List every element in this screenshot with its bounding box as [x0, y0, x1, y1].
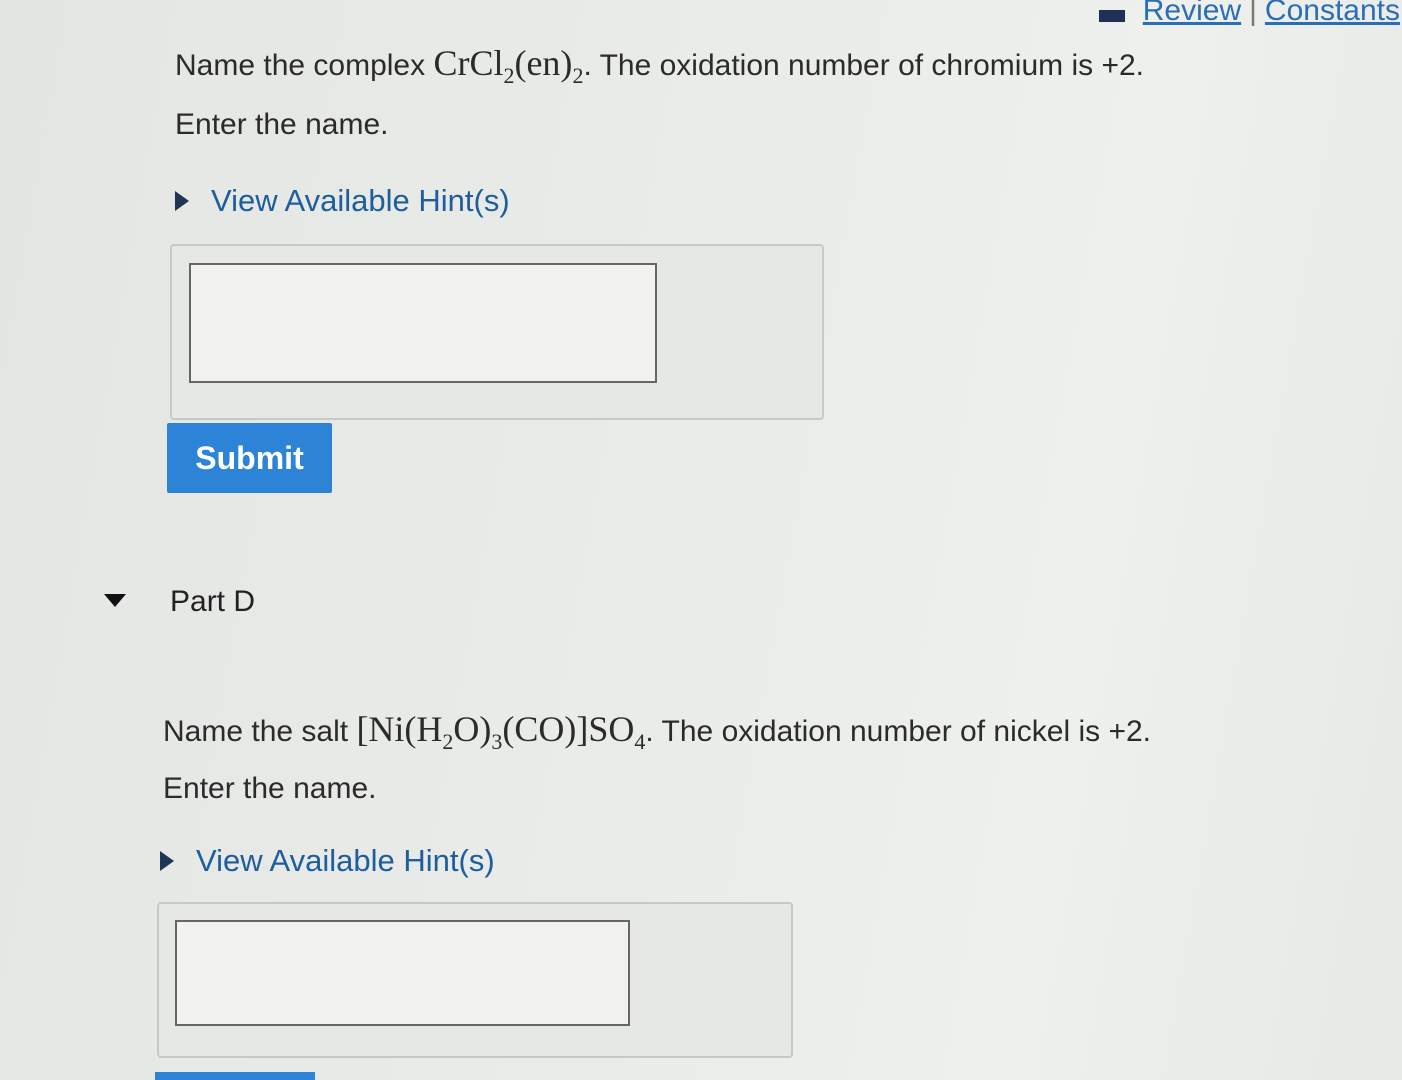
menu-block-icon	[1098, 10, 1125, 22]
review-link[interactable]: Review	[1143, 0, 1241, 28]
part-d-collapse-icon[interactable]	[104, 594, 126, 607]
part-d-instruction: Enter the name.	[163, 772, 377, 805]
part-d-submit-button[interactable]	[155, 1072, 315, 1080]
part-c-prompt-prefix: Name the complex	[175, 49, 426, 82]
part-d-formula: [Ni(H2O)3(CO)]SO4	[356, 709, 646, 755]
part-c-prompt-suffix: . The oxidation number of chromium is +2…	[583, 49, 1144, 82]
part-c-hint-toggle[interactable]: View Available Hint(s)	[175, 183, 510, 219]
part-d-hint-toggle[interactable]: View Available Hint(s)	[160, 843, 495, 879]
part-c-instruction: Enter the name.	[175, 108, 389, 141]
part-d-title: Part D	[170, 585, 256, 618]
part-d-prompt-suffix: . The oxidation number of nickel is +2.	[645, 715, 1151, 748]
part-c-hint-label: View Available Hint(s)	[211, 183, 510, 218]
header-links: Review | Constants	[1098, 0, 1400, 28]
part-c-answer-input[interactable]	[189, 263, 657, 383]
part-c-formula: CrCl2(en)2	[433, 43, 584, 89]
part-d-prompt-prefix: Name the salt	[163, 715, 349, 748]
constants-link[interactable]: Constants	[1265, 0, 1400, 28]
part-c-prompt: Name the complex CrCl2(en)2. The oxidati…	[175, 42, 1144, 89]
part-d-prompt: Name the salt [Ni(H2O)3(CO)]SO4. The oxi…	[163, 708, 1151, 755]
expand-triangle-icon	[175, 191, 189, 211]
part-d-answer-input[interactable]	[175, 920, 630, 1026]
submit-button[interactable]: Submit	[167, 423, 332, 493]
part-d-hint-label: View Available Hint(s)	[196, 843, 495, 878]
expand-triangle-icon	[160, 851, 174, 871]
link-separator: |	[1249, 0, 1257, 27]
